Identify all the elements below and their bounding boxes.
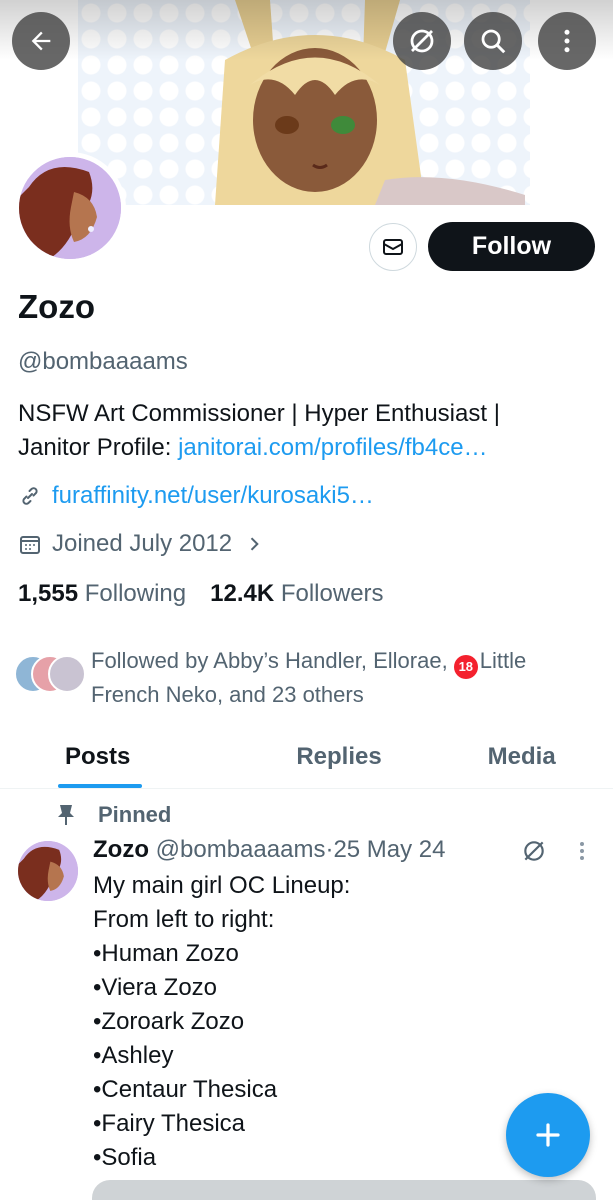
follower-avatar [48,655,86,693]
followed-by-line2: French Neko, and 23 others [91,682,364,707]
post-line: From left to right: [93,906,275,933]
profile-bio: NSFW Art Commissioner | Hyper Enthusiast… [18,397,598,465]
more-vertical-icon [564,29,570,53]
bio-line-1: NSFW Art Commissioner | Hyper Enthusiast… [18,400,500,427]
pinned-indicator: Pinned [56,802,171,828]
tab-media-label: Media [487,742,556,770]
calendar-icon [20,536,40,554]
post-line: •Centaur Thesica [93,1076,278,1103]
message-button[interactable] [369,223,417,271]
post-media-preview[interactable] [92,1180,596,1200]
joined-text: Joined July 2012 [52,530,233,557]
pin-icon [58,805,74,825]
bio-prefix: Janitor Profile: [18,434,179,461]
banner-shade [0,0,613,60]
profile-handle: @bombaaaams [18,348,188,375]
tab-replies[interactable]: Replies [248,725,431,788]
profile-tabs: Posts Replies Media [0,725,613,789]
chevron-right-icon [250,537,259,551]
followers-count: 12.4K [210,580,275,607]
post-line: •Viera Zozo [93,974,218,1001]
tab-media[interactable]: Media [430,725,613,788]
tab-active-indicator [58,784,142,788]
following-label: Following [84,580,187,607]
adult-badge-icon: 18 [453,655,478,679]
post-header: Zozo @bombaaaams·25 May 24 [93,836,446,864]
followers-label: Followers [280,580,384,607]
post-date[interactable]: 25 May 24 [333,836,445,863]
post-line: •Human Zozo [93,940,239,967]
bio-link[interactable]: janitorai.com/profiles/fb4ce… [178,434,487,461]
post-avatar[interactable] [18,841,78,901]
post-line: •Fairy Thesica [93,1110,246,1137]
pinned-label: Pinned [98,802,172,827]
search-button[interactable] [464,12,522,70]
more-button[interactable] [538,12,596,70]
compose-button[interactable] [506,1093,590,1177]
tab-replies-label: Replies [296,742,382,770]
plus-icon [536,1123,560,1147]
envelope-icon [383,239,403,255]
following-stat[interactable]: 1,555 Following [18,580,186,608]
followed-by-text: Followed by Abby’s Handler, Ellorae, 18 L… [91,645,591,710]
website-row: furaffinity.net/user/kurosaki5… [18,482,374,510]
profile-avatar[interactable] [19,157,121,259]
grok-button[interactable] [393,12,451,70]
following-count: 1,555 [18,580,79,607]
post-line: •Sofia [93,1144,157,1171]
post-handle[interactable]: @bombaaaams [156,836,326,863]
post-avatar-artwork [18,841,78,901]
follow-button[interactable]: Follow [428,222,595,271]
post-line: •Zoroark Zozo [93,1008,245,1035]
follow-stats: 1,555 Following 12.4K Followers [18,580,408,608]
post-author[interactable]: Zozo [93,836,149,863]
post-line: •Ashley [93,1042,174,1069]
tab-posts-label: Posts [65,742,131,770]
followed-by-line1-end: Little [479,648,527,673]
followers-stat[interactable]: 12.4K Followers [210,580,383,608]
post-line: My main girl OC Lineup: [93,872,351,899]
link-icon [22,487,38,505]
avatar-artwork [19,157,121,259]
back-button[interactable] [12,12,70,70]
arrow-left-icon [31,31,51,51]
post-text: My main girl OC Lineup: From left to rig… [93,869,350,1175]
followed-by-prefix: Followed by Abby’s Handler, Ellorae, [91,648,454,673]
website-link[interactable]: furaffinity.net/user/kurosaki5… [52,482,374,510]
post-more-icon[interactable] [572,838,592,864]
joined-row[interactable]: Joined July 2012 [18,530,274,558]
search-icon [481,29,506,54]
slashed-circle-icon [410,29,434,53]
profile-name: Zozo [18,288,95,325]
tab-posts[interactable]: Posts [0,725,248,788]
grok-post-icon[interactable] [521,838,547,864]
bio-line-2: Janitor Profile: janitorai.com/profiles/… [18,431,598,465]
